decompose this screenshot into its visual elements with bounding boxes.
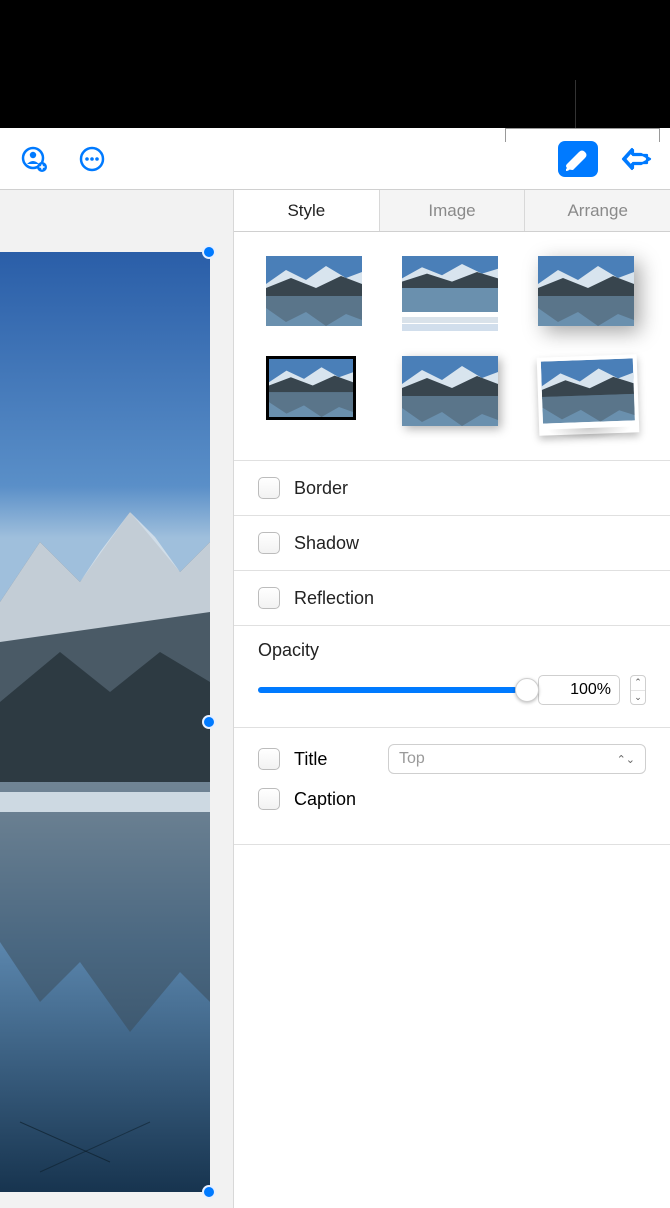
tab-image[interactable]: Image — [380, 190, 526, 231]
tab-arrange[interactable]: Arrange — [525, 190, 670, 231]
style-preset-shadow[interactable] — [538, 256, 634, 326]
style-preset-polaroid[interactable] — [537, 354, 640, 435]
shadow-checkbox[interactable] — [258, 532, 280, 554]
more-button[interactable] — [72, 141, 112, 177]
style-presets — [258, 250, 646, 440]
caption-label: Caption — [294, 789, 374, 810]
reflection-checkbox[interactable] — [258, 587, 280, 609]
collaborate-button[interactable] — [14, 141, 54, 177]
border-checkbox[interactable] — [258, 477, 280, 499]
caption-checkbox[interactable] — [258, 788, 280, 810]
shadow-row: Shadow — [258, 516, 646, 570]
selection-handle[interactable] — [202, 245, 216, 259]
border-row: Border — [258, 461, 646, 515]
opacity-section: Opacity ⌃ ⌄ — [258, 626, 646, 727]
callout-line — [575, 80, 576, 128]
format-sidebar: Style Image Arrange — [234, 190, 670, 1208]
style-preset-reflection[interactable] — [402, 256, 498, 326]
format-tabs: Style Image Arrange — [234, 190, 670, 232]
style-preset-soft-shadow[interactable] — [402, 356, 498, 426]
opacity-value-field[interactable] — [538, 675, 620, 705]
opacity-label: Opacity — [258, 640, 646, 661]
stepper-down-icon[interactable]: ⌄ — [631, 691, 645, 705]
title-checkbox[interactable] — [258, 748, 280, 770]
opacity-slider[interactable] — [258, 687, 528, 693]
opacity-stepper[interactable]: ⌃ ⌄ — [630, 675, 646, 705]
title-position-select[interactable]: Top ⌃⌄ — [388, 744, 646, 774]
reflection-label: Reflection — [294, 588, 374, 609]
selection-handle[interactable] — [202, 715, 216, 729]
opacity-slider-knob[interactable] — [515, 678, 539, 702]
title-caption-section: Title Top ⌃⌄ Caption — [258, 728, 646, 844]
title-position-value: Top — [399, 750, 425, 768]
reflection-row: Reflection — [258, 571, 646, 625]
selected-image[interactable] — [0, 252, 210, 1192]
animate-button[interactable] — [616, 141, 656, 177]
stepper-up-icon[interactable]: ⌃ — [631, 676, 645, 691]
format-button[interactable] — [558, 141, 598, 177]
border-label: Border — [294, 478, 348, 499]
style-preset-plain[interactable] — [266, 256, 362, 326]
chevron-updown-icon: ⌃⌄ — [617, 753, 635, 766]
tab-style[interactable]: Style — [234, 190, 380, 231]
selection-handle[interactable] — [202, 1185, 216, 1199]
callout-bracket — [505, 128, 660, 142]
canvas[interactable] — [0, 190, 234, 1208]
style-preset-border[interactable] — [266, 356, 362, 426]
title-label: Title — [294, 749, 374, 770]
annotation-black-bar — [0, 0, 670, 128]
shadow-label: Shadow — [294, 533, 359, 554]
